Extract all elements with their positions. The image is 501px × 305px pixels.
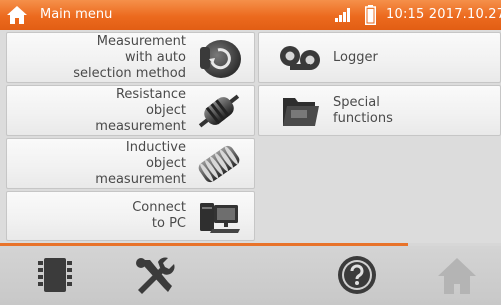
special-functions-button[interactable]: Special functions: [258, 85, 501, 136]
auto-measurement-button[interactable]: Measurement with auto selection method: [6, 32, 255, 83]
auto-measurement-label: Measurement with auto selection method: [73, 33, 186, 81]
connect-pc-button[interactable]: Connect to PC: [6, 191, 255, 241]
resistor-icon: [198, 94, 240, 127]
help-button[interactable]: [332, 252, 382, 298]
signal-icon: [335, 8, 350, 22]
settings-icon: [136, 257, 175, 294]
computer-icon: [200, 203, 240, 233]
logger-label: Logger: [333, 49, 378, 65]
memory-icon: [38, 258, 72, 292]
settings-button[interactable]: [130, 252, 180, 298]
home-icon[interactable]: [6, 4, 28, 26]
home-disabled-icon: [438, 258, 476, 294]
folder-icon: [283, 97, 319, 126]
logger-icon: [280, 45, 320, 70]
special-functions-label: Special functions: [333, 94, 393, 126]
logger-button[interactable]: Logger: [258, 32, 501, 83]
inductive-measurement-button[interactable]: Inductive object measurement: [6, 138, 255, 189]
auto-measurement-icon: [200, 39, 241, 78]
memory-button[interactable]: [30, 252, 80, 298]
title-bar: Main menu 10:15 2017.10.27: [0, 0, 501, 30]
battery-icon: [365, 5, 376, 25]
help-icon: [338, 256, 376, 294]
home-button[interactable]: [432, 252, 482, 298]
bottom-toolbar: [0, 246, 501, 305]
connect-pc-label: Connect to PC: [132, 200, 186, 231]
page-title: Main menu: [40, 7, 113, 22]
coil-icon: [198, 145, 240, 182]
inductive-measurement-label: Inductive object measurement: [95, 139, 186, 187]
clock: 10:15 2017.10.27: [386, 7, 501, 22]
main-menu: Measurement with auto selection method R…: [0, 30, 501, 243]
resistance-measurement-button[interactable]: Resistance object measurement: [6, 85, 255, 136]
resistance-measurement-label: Resistance object measurement: [95, 86, 186, 134]
